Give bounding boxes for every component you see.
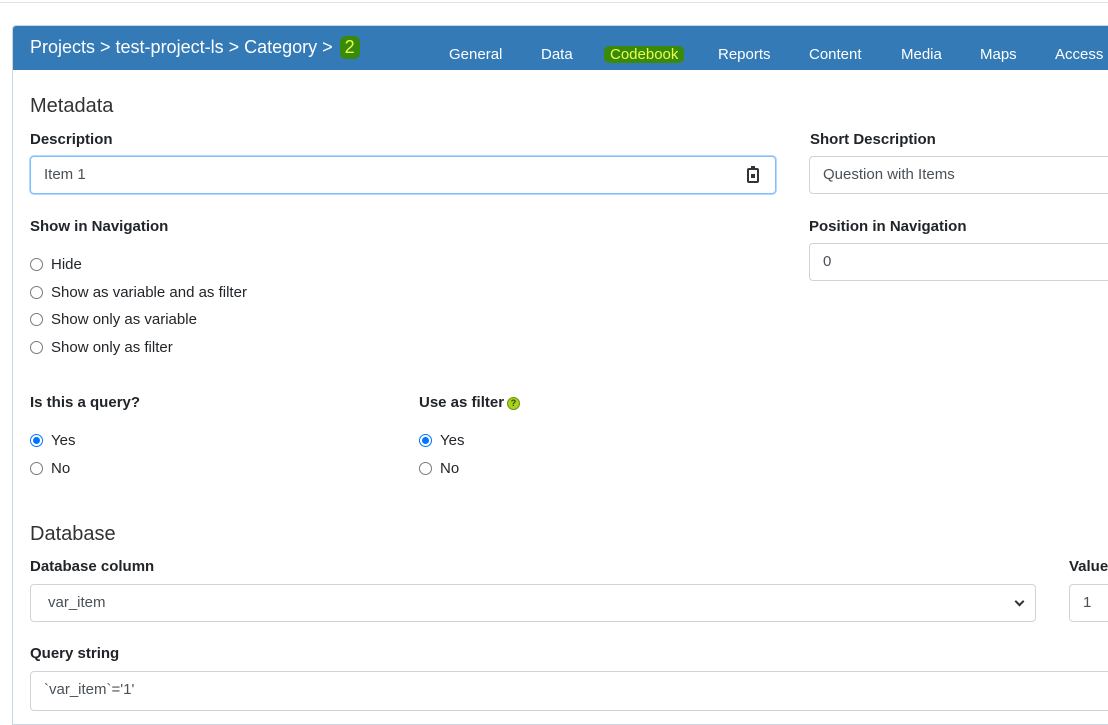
value-label: Value <box>1069 558 1108 575</box>
description-value: Item 1 <box>44 166 86 183</box>
radio-filter[interactable] <box>30 341 43 354</box>
breadcrumb: Projects > test-project-ls > Category >2 <box>30 36 360 59</box>
query-option-no[interactable]: No <box>30 460 70 477</box>
tab-access[interactable]: Access <box>1055 46 1103 63</box>
description-input[interactable]: Item 1 <box>30 156 776 194</box>
radio-filter-no[interactable] <box>419 462 432 475</box>
nav-option-variable-filter[interactable]: Show as variable and as filter <box>30 284 247 301</box>
value-input[interactable]: 1 <box>1069 584 1108 622</box>
breadcrumb-projects[interactable]: Projects <box>30 37 95 57</box>
database-column-label: Database column <box>30 558 155 575</box>
filter-option-no[interactable]: No <box>419 460 459 477</box>
nav-option-label: Hide <box>51 256 82 273</box>
radio-hide[interactable] <box>30 258 43 271</box>
filter-option-yes[interactable]: Yes <box>419 432 464 449</box>
nav-option-variable[interactable]: Show only as variable <box>30 311 197 328</box>
query-label: Is this a query? <box>30 394 141 411</box>
filter-label: Use as filter? <box>419 394 521 411</box>
value-value: 1 <box>1083 594 1092 611</box>
help-icon[interactable]: ? <box>507 396 521 410</box>
tab-content[interactable]: Content <box>809 46 862 63</box>
radio-filter-yes[interactable] <box>419 434 432 447</box>
nav-option-hide[interactable]: Hide <box>30 256 82 273</box>
position-value: 0 <box>823 253 832 270</box>
breadcrumb-current: 2 <box>339 36 360 59</box>
tab-codebook[interactable]: Codebook <box>604 46 685 63</box>
breadcrumb-category[interactable]: Category <box>244 37 317 57</box>
tab-reports[interactable]: Reports <box>718 46 771 63</box>
breadcrumb-separator: > <box>322 37 333 57</box>
description-label: Description <box>30 131 113 148</box>
nav-option-label: Show only as variable <box>51 311 197 328</box>
top-border <box>0 0 1108 3</box>
database-column-select[interactable]: var_item <box>30 584 1036 622</box>
short-description-input[interactable]: Question with Items <box>809 156 1108 194</box>
breadcrumb-separator: > <box>100 37 111 57</box>
radio-query-yes[interactable] <box>30 434 43 447</box>
chevron-down-icon <box>1014 596 1025 607</box>
breadcrumb-separator: > <box>228 37 240 57</box>
database-title: Database <box>30 523 116 545</box>
nav-option-label: Show as variable and as filter <box>51 284 247 301</box>
nav-option-label: Show only as filter <box>51 339 173 356</box>
panel-header: Projects > test-project-ls > Category >2 Gene… <box>13 26 1108 70</box>
tab-data[interactable]: Data <box>541 46 573 63</box>
query-string-label: Query string <box>30 645 120 662</box>
database-column-value: var_item <box>48 594 106 611</box>
query-string-value: `var_item`='1' <box>44 681 135 698</box>
metadata-title: Metadata <box>30 95 114 117</box>
query-option-yes[interactable]: Yes <box>30 432 75 449</box>
radio-variable-filter[interactable] <box>30 286 43 299</box>
position-input[interactable]: 0 <box>809 243 1108 281</box>
short-description-label: Short Description <box>810 131 936 148</box>
filter-option-label: No <box>440 460 460 477</box>
filter-option-label: Yes <box>440 432 465 449</box>
short-description-value: Question with Items <box>823 166 955 183</box>
position-label: Position in Navigation <box>809 218 967 235</box>
tab-media[interactable]: Media <box>901 46 942 63</box>
tab-general[interactable]: General <box>449 46 502 63</box>
radio-query-no[interactable] <box>30 462 43 475</box>
query-string-input[interactable]: `var_item`='1' <box>30 671 1108 711</box>
show-in-nav-label: Show in Navigation <box>30 218 169 235</box>
nav-option-filter[interactable]: Show only as filter <box>30 339 173 356</box>
tab-maps[interactable]: Maps <box>980 46 1017 63</box>
query-option-label: No <box>51 460 71 477</box>
clipboard-icon[interactable] <box>747 166 759 183</box>
query-option-label: Yes <box>51 432 76 449</box>
filter-label-text: Use as filter <box>419 394 505 411</box>
radio-variable[interactable] <box>30 313 43 326</box>
breadcrumb-project[interactable]: test-project-ls <box>116 37 224 57</box>
